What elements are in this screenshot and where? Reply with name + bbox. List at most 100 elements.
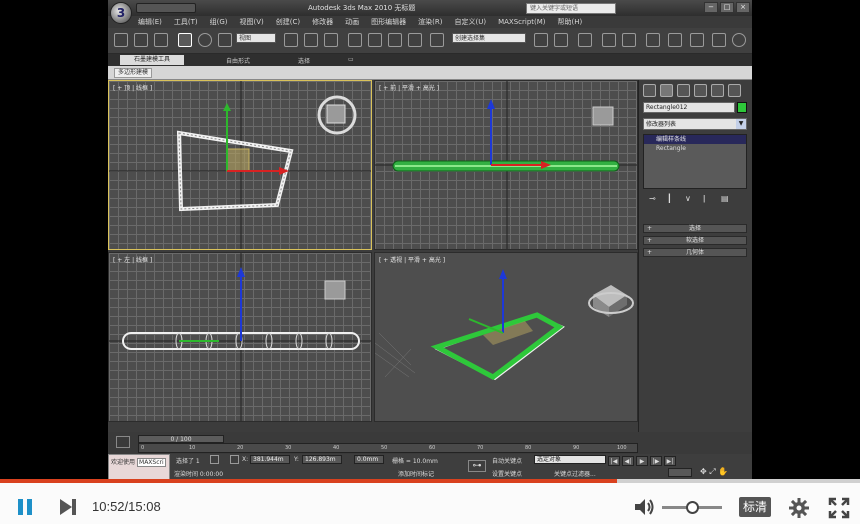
make-unique-icon[interactable]: ∨	[685, 194, 695, 204]
remove-modifier-icon[interactable]: ǀ	[703, 194, 713, 204]
close-button[interactable]: ×	[736, 2, 750, 13]
viewport-top[interactable]: [ + 顶 | 线框 ]	[108, 80, 372, 250]
hierarchy-tab-icon[interactable]	[677, 84, 690, 97]
select-manipulate-icon[interactable]	[304, 33, 318, 47]
menu-modifiers[interactable]: 修改器	[312, 16, 333, 28]
quality-button[interactable]: 标清	[739, 497, 771, 517]
search-input[interactable]: 键入关键字或短语	[526, 3, 616, 14]
y-coordinate-field[interactable]: 126.893m	[302, 455, 342, 464]
menu-views[interactable]: 视图(V)	[240, 16, 264, 28]
pivot-icon[interactable]	[284, 33, 298, 47]
set-key-icon[interactable]: ⊶	[468, 460, 486, 472]
menu-group[interactable]: 组(G)	[210, 16, 228, 28]
add-time-tag-button[interactable]: 添加时间标记	[398, 469, 434, 478]
viewport-label-front[interactable]: [ + 前 | 平滑 + 高光 ]	[379, 83, 439, 92]
menu-help[interactable]: 帮助(H)	[558, 16, 583, 28]
modifier-list-dropdown[interactable]: 修改器列表 ▼	[643, 118, 747, 130]
volume-slider[interactable]	[662, 501, 722, 514]
video-progress-bar[interactable]	[0, 479, 860, 483]
quick-access-toolbar[interactable]	[136, 3, 196, 13]
app-logo-button[interactable]: 3	[110, 2, 132, 24]
viewport-front[interactable]: [ + 前 | 平滑 + 高光 ]	[374, 80, 638, 250]
pin-stack-icon[interactable]: ⊸	[649, 194, 659, 204]
current-frame-field[interactable]	[668, 468, 692, 477]
show-end-result-icon[interactable]: ┃	[667, 194, 677, 204]
viewport-left[interactable]: [ + 左 | 线框 ]	[108, 252, 372, 422]
viewport-label-top[interactable]: [ + 顶 | 线框 ]	[113, 83, 152, 92]
tab-ribbon-toggle[interactable]: ▭	[348, 56, 354, 63]
polygon-modeling-button[interactable]: 多边形建模	[114, 68, 153, 78]
edit-named-selection-icon[interactable]	[430, 33, 444, 47]
maximize-button[interactable]: □	[720, 2, 734, 13]
fullscreen-icon[interactable]	[828, 497, 850, 519]
mirror-icon[interactable]	[534, 33, 548, 47]
absolute-mode-icon[interactable]	[230, 455, 239, 464]
menu-maxscript[interactable]: MAXScript(M)	[498, 16, 545, 28]
next-frame-icon[interactable]: |▶	[650, 456, 662, 466]
modify-tab-icon[interactable]	[660, 84, 673, 97]
menu-edit[interactable]: 编辑(E)	[138, 16, 162, 28]
rollout-geometry[interactable]: + 几何体	[643, 248, 747, 257]
viewport-perspective[interactable]: [ + 透视 | 平滑 + 高光 ]	[374, 252, 638, 422]
create-tab-icon[interactable]	[643, 84, 656, 97]
rollout-soft-selection[interactable]: + 软选择	[643, 236, 747, 245]
tab-graphite-modeling[interactable]: 石墨建模工具	[120, 55, 185, 65]
motion-tab-icon[interactable]	[694, 84, 707, 97]
menu-graph-editors[interactable]: 图形编辑器	[371, 16, 406, 28]
angle-snap-icon[interactable]	[368, 33, 382, 47]
z-coordinate-field[interactable]: 0.0mm	[354, 455, 384, 464]
pause-icon[interactable]	[16, 498, 34, 516]
time-slider[interactable]: 0 / 100	[138, 435, 224, 443]
set-key-button[interactable]: 设置关键点	[492, 469, 522, 478]
viewport-label-perspective[interactable]: [ + 透视 | 平滑 + 高光 ]	[379, 255, 445, 264]
gear-icon[interactable]	[788, 497, 810, 519]
maxscript-listener[interactable]: 欢迎使用 MAXScri	[108, 454, 170, 480]
volume-icon[interactable]	[634, 498, 656, 516]
tab-selection[interactable]: 选择	[298, 56, 310, 65]
go-to-end-icon[interactable]: ▶|	[664, 456, 676, 466]
rect-selection-icon[interactable]	[154, 33, 168, 47]
next-icon[interactable]	[58, 498, 78, 516]
display-tab-icon[interactable]	[711, 84, 724, 97]
menu-animation[interactable]: 动画	[345, 16, 359, 28]
render-setup-icon[interactable]	[668, 33, 682, 47]
render-teapot-icon[interactable]	[732, 33, 746, 47]
rollout-selection[interactable]: + 选择	[643, 224, 747, 233]
reference-coord-dropdown[interactable]: 视图	[236, 33, 276, 43]
menu-rendering[interactable]: 渲染(R)	[418, 16, 442, 28]
stack-item-rectangle[interactable]: Rectangle	[644, 144, 746, 153]
time-ruler[interactable]: 0 10 20 30 40 50 60 70 80 90 100	[138, 443, 638, 453]
tab-freeform[interactable]: 自由形式	[226, 56, 250, 65]
minimize-button[interactable]: −	[704, 2, 718, 13]
go-to-start-icon[interactable]: |◀	[608, 456, 620, 466]
select-link-icon[interactable]	[114, 33, 128, 47]
percent-snap-icon[interactable]	[388, 33, 402, 47]
key-filters-button[interactable]: 关键点过滤器...	[554, 469, 596, 478]
auto-key-button[interactable]: 自动关键点	[492, 456, 522, 465]
schematic-view-icon[interactable]	[622, 33, 636, 47]
utilities-tab-icon[interactable]	[728, 84, 741, 97]
align-icon[interactable]	[554, 33, 568, 47]
object-name-field[interactable]: Rectangle012	[643, 102, 735, 113]
rendered-frame-icon[interactable]	[690, 33, 704, 47]
previous-frame-icon[interactable]: ◀|	[622, 456, 634, 466]
object-color-swatch[interactable]	[737, 102, 747, 113]
keyboard-shortcut-icon[interactable]	[324, 33, 338, 47]
spinner-snap-icon[interactable]	[408, 33, 422, 47]
viewport-label-left[interactable]: [ + 左 | 线框 ]	[113, 255, 152, 264]
curve-editor-icon[interactable]	[602, 33, 616, 47]
move-icon[interactable]	[178, 33, 192, 47]
rotate-icon[interactable]	[198, 33, 212, 47]
mini-curve-editor-icon[interactable]	[116, 436, 130, 448]
menu-customize[interactable]: 自定义(U)	[454, 16, 486, 28]
snaps-toggle-icon[interactable]	[348, 33, 362, 47]
menu-tools[interactable]: 工具(T)	[174, 16, 198, 28]
configure-modifier-sets-icon[interactable]: ▤	[721, 194, 731, 204]
volume-knob[interactable]	[686, 501, 699, 514]
render-production-icon[interactable]	[712, 33, 726, 47]
lock-icon[interactable]	[210, 455, 219, 464]
named-selection-set-dropdown[interactable]: 创建选择集	[452, 33, 526, 43]
material-editor-icon[interactable]	[646, 33, 660, 47]
navigation-icons[interactable]: ✥ ⤢ ✋	[700, 467, 728, 477]
select-object-icon[interactable]	[134, 33, 148, 47]
